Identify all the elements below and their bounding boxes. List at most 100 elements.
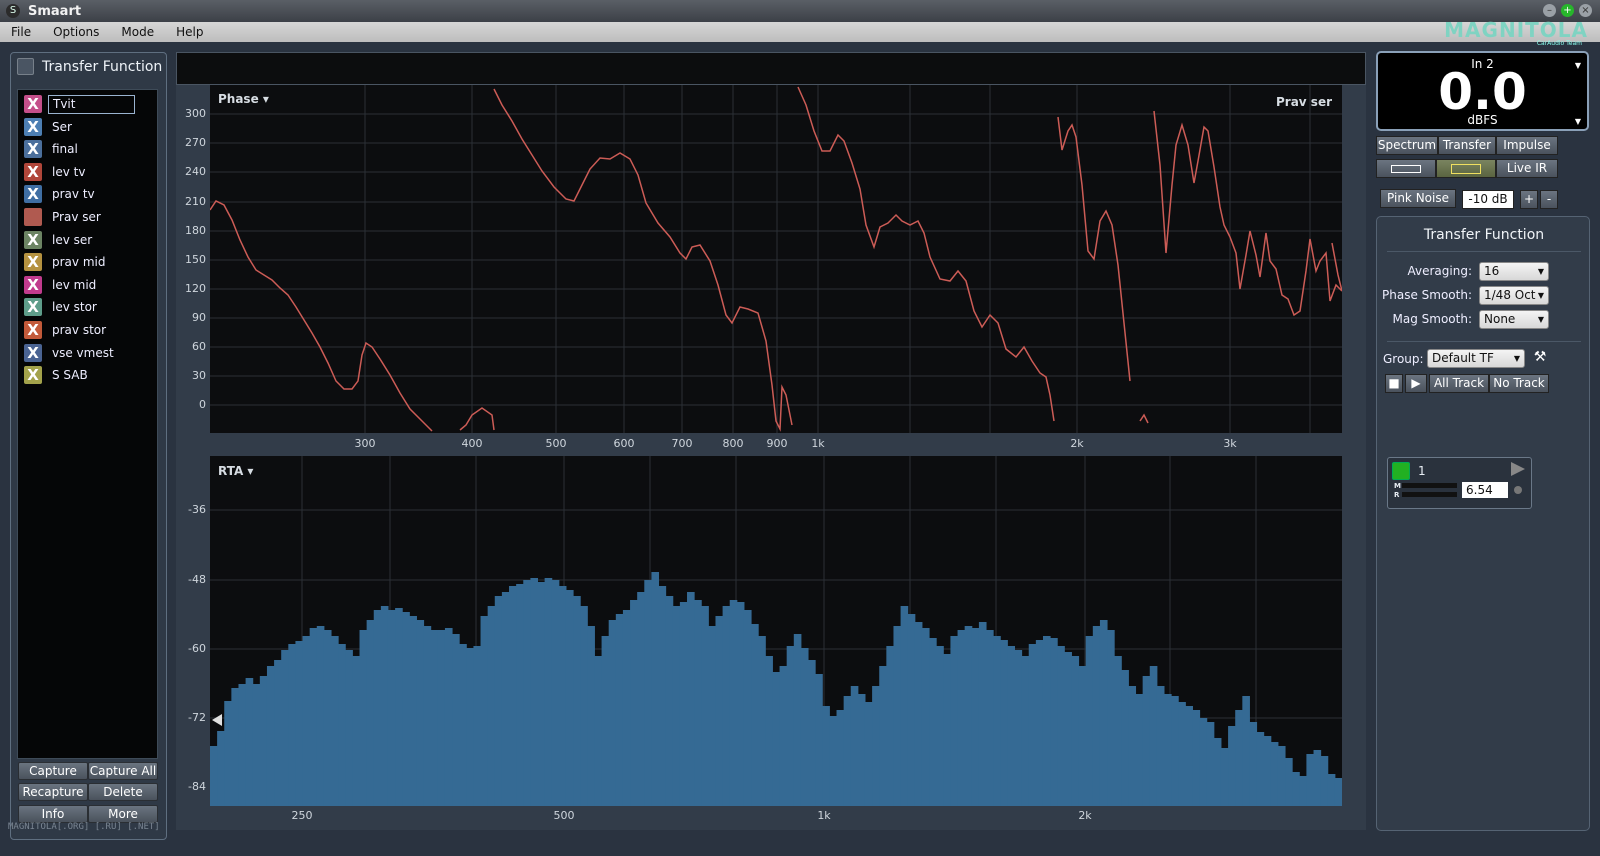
rta-bar: [665, 596, 674, 806]
phase-x-tick: 900: [766, 437, 788, 450]
rta-bar: [900, 606, 909, 806]
trace-label: vse vmest: [52, 345, 114, 360]
trace-item[interactable]: Xlev tv: [24, 162, 85, 182]
generator-level-field[interactable]: -10 dB: [1462, 190, 1514, 209]
phase-plot[interactable]: Phase ▾ Prav ser: [210, 85, 1342, 433]
rta-y-tick: -60: [188, 642, 206, 655]
maximize-icon[interactable]: +: [1561, 4, 1574, 17]
phase-x-tick: 1k: [811, 437, 825, 450]
delete-button[interactable]: Delete: [88, 783, 158, 801]
rta-plot[interactable]: RTA ▾: [210, 456, 1342, 806]
rta-menu[interactable]: RTA ▾: [218, 464, 253, 478]
minimize-icon[interactable]: –: [1543, 4, 1556, 17]
menu-mode[interactable]: Mode: [110, 25, 165, 39]
menu-options[interactable]: Options: [42, 25, 110, 39]
rta-bar: [637, 592, 645, 806]
phase-y-tick: 300: [185, 107, 206, 120]
trace-visibility-icon[interactable]: X: [24, 343, 42, 362]
menu-file[interactable]: File: [0, 25, 42, 39]
trace-item[interactable]: Xprav tv: [24, 184, 95, 204]
track-play-icon[interactable]: [1511, 462, 1525, 476]
rta-bar: [921, 628, 930, 806]
rta-x-tick: 500: [553, 809, 575, 822]
trace-visibility-icon[interactable]: X: [24, 298, 42, 317]
rta-bar: [715, 616, 724, 806]
rta-bar: [459, 644, 467, 806]
trace-item[interactable]: X S SAB: [24, 365, 88, 385]
rta-bar: [1263, 736, 1272, 806]
trace-label[interactable]: Tvit: [48, 94, 135, 114]
rta-bar: [266, 666, 275, 806]
transfer-button[interactable]: Transfer: [1438, 136, 1496, 155]
live-ir-button[interactable]: Live IR: [1496, 159, 1558, 178]
info-button[interactable]: Info: [18, 805, 88, 823]
tf-toggle-checkbox[interactable]: [17, 58, 34, 75]
trace-item[interactable]: Xvse vmest: [24, 343, 114, 363]
stop-button[interactable]: ■: [1385, 374, 1403, 393]
rta-bar: [943, 654, 951, 806]
pink-noise-button[interactable]: Pink Noise: [1380, 189, 1456, 208]
impulse-button[interactable]: Impulse: [1496, 136, 1558, 155]
rta-bar: [423, 626, 432, 806]
trace-item[interactable]: Xprav stor: [24, 320, 106, 340]
trace-visibility-icon[interactable]: X: [24, 275, 42, 294]
tools-icon[interactable]: ⚒: [1531, 349, 1549, 367]
rta-bar: [679, 602, 688, 806]
close-icon[interactable]: ×: [1579, 4, 1592, 17]
play-button[interactable]: ▶: [1405, 374, 1427, 393]
averaging-select[interactable]: 16 ▼: [1479, 262, 1549, 281]
capture-button[interactable]: Capture: [18, 762, 88, 780]
trace-visibility-icon[interactable]: X: [24, 95, 42, 113]
rta-bar: [1220, 748, 1229, 806]
trace-item[interactable]: Xlev ser: [24, 230, 92, 250]
trace-item[interactable]: Xlev mid: [24, 275, 96, 295]
phase-smooth-select[interactable]: 1/48 Oct ▼: [1479, 286, 1549, 305]
capture-all-button[interactable]: Capture All: [88, 762, 158, 780]
rta-bar: [971, 628, 980, 806]
rta-bar: [651, 572, 660, 806]
trace-visibility-icon[interactable]: X: [24, 366, 42, 385]
level-minus-button[interactable]: -: [1540, 190, 1558, 209]
trace-item[interactable]: X Ser: [24, 117, 72, 137]
rta-bar: [594, 656, 603, 806]
rta-bar: [722, 606, 731, 806]
trace-item[interactable]: X Tvit: [24, 94, 135, 114]
rta-bar: [323, 630, 332, 806]
trace-color-swatch-icon[interactable]: [24, 208, 42, 226]
rta-bar: [1235, 710, 1243, 806]
single-pane-button[interactable]: [1376, 159, 1436, 178]
trace-visibility-icon[interactable]: X: [24, 140, 42, 159]
trace-item[interactable]: Prav ser: [24, 207, 101, 227]
level-plus-button[interactable]: +: [1520, 190, 1538, 209]
delay-track-card[interactable]: 1 M R 6.54: [1387, 457, 1532, 509]
phase-x-tick: 700: [671, 437, 693, 450]
recapture-button[interactable]: Recapture: [18, 783, 88, 801]
all-track-button[interactable]: All Track: [1429, 374, 1489, 393]
trace-visibility-icon[interactable]: X: [24, 117, 42, 136]
no-track-button[interactable]: No Track: [1489, 374, 1549, 393]
dual-pane-button[interactable]: [1436, 159, 1496, 178]
group-select[interactable]: Default TF ▼: [1427, 349, 1525, 368]
rta-bar: [815, 674, 823, 806]
channel-dropdown-icon[interactable]: ▼: [1575, 61, 1581, 70]
trace-visibility-icon[interactable]: X: [24, 185, 42, 204]
track-active-indicator[interactable]: [1392, 462, 1410, 480]
unit-dropdown-icon[interactable]: ▼: [1575, 117, 1581, 126]
spectrum-button[interactable]: Spectrum: [1376, 136, 1438, 155]
mag-smooth-select[interactable]: None ▼: [1479, 310, 1549, 329]
level-marker-icon[interactable]: [212, 714, 222, 726]
trace-visibility-icon[interactable]: X: [24, 162, 42, 181]
trace-item[interactable]: Xprav mid: [24, 252, 105, 272]
phase-y-tick: 270: [185, 136, 206, 149]
trace-visibility-icon[interactable]: X: [24, 253, 42, 272]
input-meter[interactable]: In 2 0.0 dBFS ▼ ▼: [1376, 51, 1589, 131]
phase-menu[interactable]: Phase ▾: [218, 92, 269, 106]
more-button[interactable]: More: [88, 805, 158, 823]
delay-field[interactable]: 6.54: [1462, 482, 1508, 498]
trace-visibility-icon[interactable]: X: [24, 321, 42, 339]
trace-item[interactable]: Xlev stor: [24, 297, 97, 317]
trace-visibility-icon[interactable]: X: [24, 230, 42, 249]
trace-item[interactable]: Xfinal: [24, 139, 78, 159]
menu-help[interactable]: Help: [165, 25, 214, 39]
rta-bar: [516, 584, 524, 806]
